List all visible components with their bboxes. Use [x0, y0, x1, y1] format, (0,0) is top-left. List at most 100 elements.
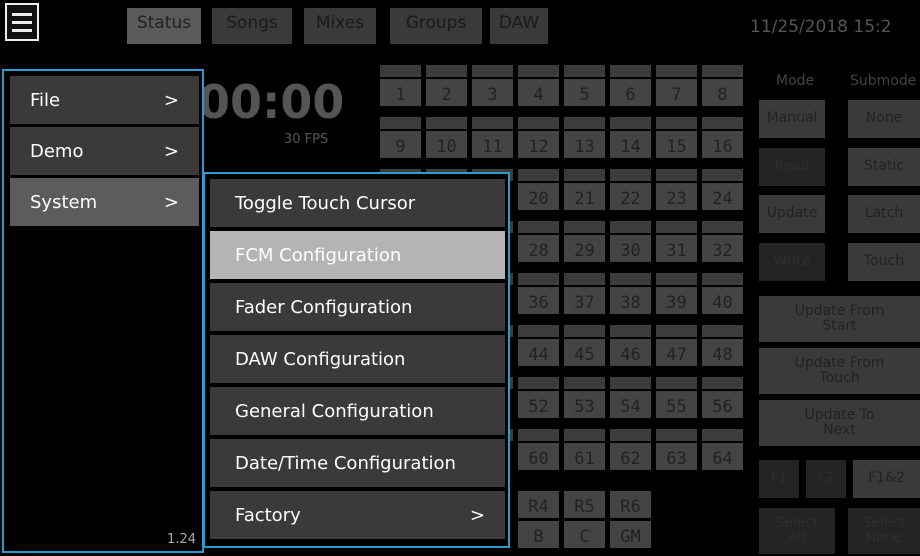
- menu-item-daw-configuration[interactable]: DAW Configuration: [210, 335, 505, 383]
- channel-cell[interactable]: 1: [380, 79, 421, 106]
- channel-cell[interactable]: 55: [656, 391, 697, 418]
- channel-cell[interactable]: 11: [472, 131, 513, 158]
- channel-cell[interactable]: 30: [610, 235, 651, 262]
- tab-groups[interactable]: Groups: [390, 8, 482, 44]
- channel-cell[interactable]: 7: [656, 79, 697, 106]
- channel-cell[interactable]: 32: [702, 235, 743, 262]
- submode-touch-button[interactable]: Touch: [848, 243, 920, 281]
- channel-cell-cap: [702, 273, 743, 285]
- tab-status[interactable]: Status: [127, 8, 201, 44]
- channel-cell[interactable]: B: [518, 521, 559, 548]
- channel-cell[interactable]: 36: [518, 287, 559, 314]
- channel-cell[interactable]: 28: [518, 235, 559, 262]
- menu-item-toggle-touch-cursor[interactable]: Toggle Touch Cursor: [210, 179, 505, 227]
- channel-cell[interactable]: 52: [518, 391, 559, 418]
- channel-cell[interactable]: 9: [380, 131, 421, 158]
- channel-cell[interactable]: 16: [702, 131, 743, 158]
- channel-cell[interactable]: 5: [564, 79, 605, 106]
- channel-cell-cap: [702, 325, 743, 337]
- channel-cell[interactable]: GM: [610, 521, 651, 548]
- menu-item-factory[interactable]: Factory >: [210, 491, 505, 539]
- channel-cell[interactable]: 13: [564, 131, 605, 158]
- channel-cell[interactable]: 23: [656, 183, 697, 210]
- menu-item-general-configuration[interactable]: General Configuration: [210, 387, 505, 435]
- mode-update-button[interactable]: Update: [759, 195, 825, 233]
- f1-and-f2-button[interactable]: F1&2: [853, 460, 920, 498]
- channel-cell[interactable]: 2: [426, 79, 467, 106]
- channel-cell[interactable]: 38: [610, 287, 651, 314]
- channel-cell[interactable]: 53: [564, 391, 605, 418]
- menu-item-datetime-configuration[interactable]: Date/Time Configuration: [210, 439, 505, 487]
- tab-mixes[interactable]: Mixes: [304, 8, 376, 44]
- menu-item-system[interactable]: System >: [10, 178, 199, 226]
- channel-cell-cap: [656, 273, 697, 285]
- channel-cell[interactable]: R5: [564, 491, 605, 518]
- channel-cell-cap: [564, 169, 605, 181]
- channel-cell[interactable]: 14: [610, 131, 651, 158]
- submode-latch-button[interactable]: Latch: [848, 195, 920, 233]
- channel-cell-cap: [702, 377, 743, 389]
- channel-cell-cap: [702, 117, 743, 129]
- channel-cell[interactable]: 24: [702, 183, 743, 210]
- update-from-start-button[interactable]: Update From Start: [759, 296, 920, 342]
- update-to-next-button[interactable]: Update To Next: [759, 400, 920, 446]
- channel-cell[interactable]: 31: [656, 235, 697, 262]
- main-menu: File > Demo > System > 1.24: [2, 69, 204, 553]
- channel-cell[interactable]: 63: [656, 443, 697, 470]
- channel-cell[interactable]: 37: [564, 287, 605, 314]
- channel-cell-cap: [518, 169, 559, 181]
- channel-cell[interactable]: 54: [610, 391, 651, 418]
- mode-write-button[interactable]: Write: [759, 243, 825, 281]
- channel-cell[interactable]: 45: [564, 339, 605, 366]
- menu-item-file[interactable]: File >: [10, 76, 199, 124]
- channel-cell-cap: [610, 325, 651, 337]
- channel-cell[interactable]: 6: [610, 79, 651, 106]
- submode-static-button[interactable]: Static: [848, 148, 920, 186]
- channel-cell[interactable]: 64: [702, 443, 743, 470]
- mode-label: Mode: [776, 73, 815, 89]
- channel-cell[interactable]: 8: [702, 79, 743, 106]
- select-all-button[interactable]: Select All: [759, 508, 835, 554]
- fps-label: 30 FPS: [284, 132, 329, 147]
- submode-none-button[interactable]: None: [848, 100, 920, 138]
- channel-cell[interactable]: 3: [472, 79, 513, 106]
- update-from-touch-button[interactable]: Update From Touch: [759, 348, 920, 394]
- tab-songs[interactable]: Songs: [212, 8, 292, 44]
- f2-button[interactable]: F2: [806, 460, 846, 498]
- channel-cell-cap: [380, 117, 421, 129]
- channel-cell[interactable]: 44: [518, 339, 559, 366]
- channel-cell[interactable]: 40: [702, 287, 743, 314]
- menu-item-demo[interactable]: Demo >: [10, 127, 199, 175]
- submenu-arrow-icon: >: [163, 140, 179, 162]
- channel-cell[interactable]: R6: [610, 491, 651, 518]
- channel-cell[interactable]: 39: [656, 287, 697, 314]
- channel-cell[interactable]: C: [564, 521, 605, 548]
- channel-cell[interactable]: 62: [610, 443, 651, 470]
- channel-cell[interactable]: 29: [564, 235, 605, 262]
- channel-cell[interactable]: R4: [518, 491, 559, 518]
- mode-read-button[interactable]: Read: [759, 148, 825, 186]
- menu-item-fader-configuration[interactable]: Fader Configuration: [210, 283, 505, 331]
- channel-cell[interactable]: 21: [564, 183, 605, 210]
- channel-cell[interactable]: 46: [610, 339, 651, 366]
- channel-cell-cap: [702, 429, 743, 441]
- menu-item-label: System: [30, 191, 98, 213]
- channel-cell-cap: [656, 169, 697, 181]
- channel-cell[interactable]: 48: [702, 339, 743, 366]
- select-none-button[interactable]: Select None: [848, 508, 920, 554]
- menu-item-fcm-configuration[interactable]: FCM Configuration: [210, 231, 505, 279]
- f1-button[interactable]: F1: [759, 460, 799, 498]
- tab-daw[interactable]: DAW: [490, 8, 548, 44]
- channel-cell[interactable]: 47: [656, 339, 697, 366]
- channel-cell[interactable]: 60: [518, 443, 559, 470]
- channel-cell[interactable]: 12: [518, 131, 559, 158]
- channel-cell[interactable]: 4: [518, 79, 559, 106]
- channel-cell[interactable]: 10: [426, 131, 467, 158]
- channel-cell[interactable]: 56: [702, 391, 743, 418]
- hamburger-menu-icon[interactable]: [5, 3, 39, 41]
- mode-manual-button[interactable]: Manual: [759, 100, 825, 138]
- channel-cell[interactable]: 61: [564, 443, 605, 470]
- channel-cell[interactable]: 22: [610, 183, 651, 210]
- channel-cell[interactable]: 20: [518, 183, 559, 210]
- channel-cell[interactable]: 15: [656, 131, 697, 158]
